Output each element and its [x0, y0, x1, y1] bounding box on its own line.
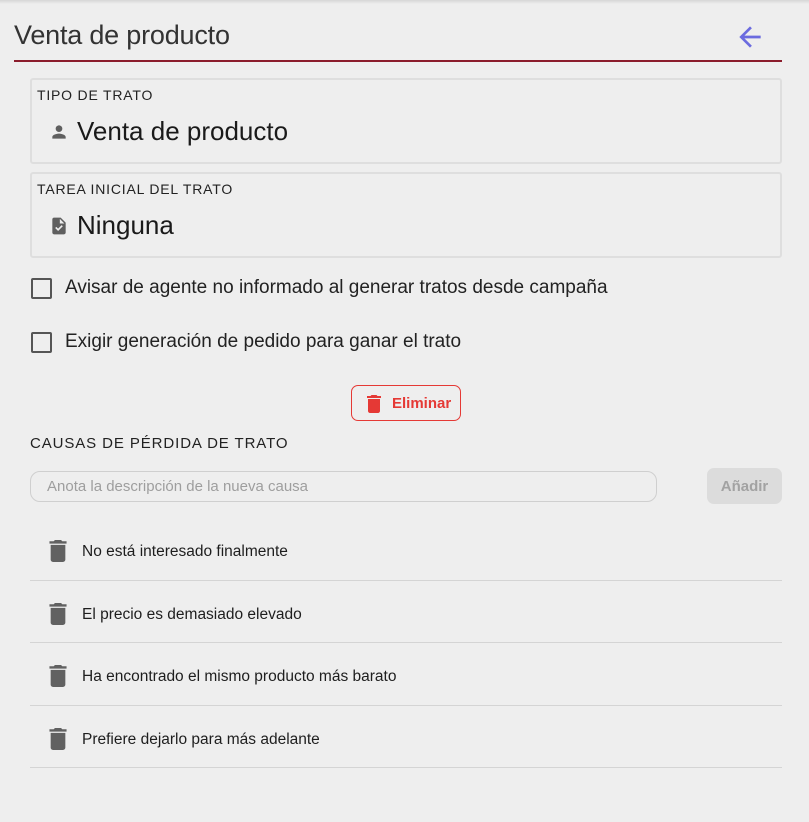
- task-document-icon: [52, 217, 66, 235]
- cause-label: Ha encontrado el mismo producto más bara…: [82, 668, 397, 685]
- person-icon: [52, 125, 66, 139]
- deal-type-label: TIPO DE TRATO: [37, 87, 154, 103]
- add-cause-button[interactable]: Añadir: [707, 468, 782, 504]
- deal-type-field[interactable]: TIPO DE TRATO Venta de producto: [30, 78, 782, 164]
- delete-button[interactable]: Eliminar: [351, 385, 461, 421]
- new-cause-input[interactable]: [30, 471, 657, 502]
- trash-icon[interactable]: [49, 665, 67, 687]
- cause-label: El precio es demasiado elevado: [82, 605, 302, 623]
- loss-causes-title: CAUSAS DE PÉRDIDA DE TRATO: [30, 435, 289, 452]
- list-item: Ha encontrado el mismo producto más bara…: [30, 643, 782, 706]
- cause-label: No está interesado finalmente: [82, 543, 288, 560]
- back-button[interactable]: [734, 21, 766, 53]
- require-order-label: Exigir generación de pedido para ganar e…: [65, 331, 462, 352]
- arrow-left-icon: [739, 26, 761, 48]
- page-title: Venta de producto: [14, 20, 230, 50]
- notify-agent-checkbox[interactable]: [31, 278, 52, 299]
- trash-icon[interactable]: [49, 727, 67, 750]
- trash-icon[interactable]: [49, 602, 67, 625]
- notify-agent-label: Avisar de agente no informado al generar…: [65, 277, 608, 298]
- loss-causes-list: No está interesado finalmente El precio …: [30, 518, 782, 768]
- page-header: Venta de producto: [14, 14, 782, 62]
- trash-icon[interactable]: [49, 540, 67, 562]
- delete-button-label: Eliminar: [392, 395, 452, 412]
- list-item: El precio es demasiado elevado: [30, 581, 782, 643]
- deal-type-value: Venta de producto: [77, 116, 289, 146]
- initial-task-field[interactable]: TAREA INICIAL DEL TRATO Ninguna: [30, 172, 782, 258]
- cause-label: Prefiere dejarlo para más adelante: [82, 730, 320, 748]
- initial-task-label: TAREA INICIAL DEL TRATO: [37, 181, 234, 197]
- trash-icon: [367, 395, 381, 413]
- list-item: Prefiere dejarlo para más adelante: [30, 706, 782, 768]
- top-shadow: [0, 0, 809, 4]
- list-item: No está interesado finalmente: [30, 518, 782, 581]
- require-order-checkbox[interactable]: [31, 332, 52, 353]
- initial-task-value: Ninguna: [77, 210, 174, 240]
